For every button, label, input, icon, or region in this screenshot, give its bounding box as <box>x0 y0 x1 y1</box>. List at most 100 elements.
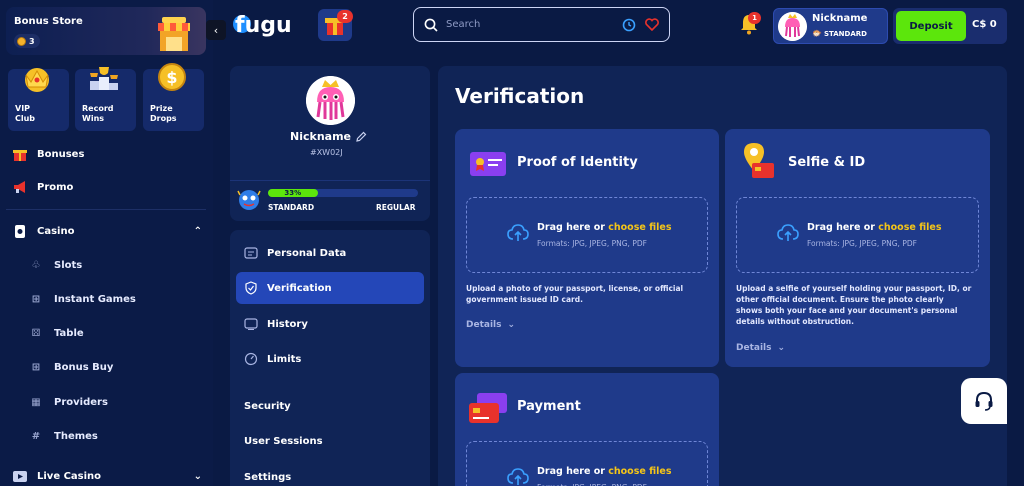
drop-text: Drag here or <box>537 222 609 233</box>
hashtag-icon: # <box>31 430 41 442</box>
sidebar-item-table-label: Table <box>54 327 84 339</box>
menu-item-user-sessions[interactable]: User Sessions <box>244 436 323 447</box>
menu-item-verification[interactable]: Verification <box>236 272 424 304</box>
bonus-store-title: Bonus Store <box>14 16 83 27</box>
payment-title: Payment <box>517 399 581 414</box>
selfie-dropzone[interactable]: Drag here or choose files Formats: JPG, … <box>736 197 979 273</box>
deposit-button[interactable]: Deposit <box>896 11 966 41</box>
prize-drops-tile[interactable]: $ Prize Drops <box>143 63 204 131</box>
selfie-id-icon <box>744 143 774 178</box>
level-icon: 🐡 <box>812 29 822 38</box>
details-label: Details <box>466 320 502 330</box>
sidebar-item-casino[interactable]: Casino ⌃ <box>12 221 202 241</box>
cloud-upload-icon <box>507 468 529 485</box>
selfie-id-title: Selfie & ID <box>788 155 866 170</box>
history-list-icon <box>244 317 258 331</box>
sidebar-item-providers[interactable]: ▦ Providers <box>30 392 108 412</box>
dice-icon: ⚄ <box>31 327 41 339</box>
level-mascot-icon <box>237 190 261 210</box>
jellyfish-avatar-icon <box>778 12 807 41</box>
vip-club-label-1: VIP <box>15 104 31 113</box>
chevron-left-icon: ‹ <box>213 23 219 37</box>
choose-files-link[interactable]: choose files <box>878 222 941 233</box>
menu-item-personal-data[interactable]: Personal Data <box>236 237 424 269</box>
bonus-store-banner[interactable]: Bonus Store 3 <box>6 7 206 55</box>
history-icon[interactable] <box>622 18 636 32</box>
cloud-upload-icon <box>777 224 799 241</box>
identity-desc-line-2: government issued ID card. <box>466 295 583 304</box>
chevron-down-icon: ⌄ <box>777 343 786 353</box>
profile-avatar[interactable] <box>306 76 355 125</box>
selfie-desc-line-3: shows both your face and your document's… <box>736 306 958 315</box>
gift-box-icon: ⊞ <box>31 293 41 305</box>
user-level: STANDARD <box>823 29 867 38</box>
level-progress-bar: 33% <box>268 189 418 197</box>
selfie-desc-line-4: details without obstruction. <box>736 317 854 326</box>
search-input[interactable]: Search <box>446 19 480 30</box>
chevron-up-icon: ⌃ <box>193 225 202 237</box>
sidebar-item-instant-games-label: Instant Games <box>54 293 136 305</box>
heart-icon[interactable] <box>645 18 659 31</box>
vip-club-tile[interactable]: VIP Club <box>8 68 69 131</box>
gauge-icon <box>244 352 258 366</box>
coin-icon <box>17 36 26 46</box>
support-chat-button[interactable] <box>961 378 1007 424</box>
sidebar-item-slots-label: Slots <box>54 259 83 271</box>
selfie-details-toggle[interactable]: Details ⌄ <box>736 343 785 353</box>
payment-dropzone[interactable]: Drag here or choose files Formats: JPG, … <box>466 441 708 486</box>
id-card-icon <box>470 152 506 176</box>
fugu-logo[interactable]: fugu <box>232 7 298 41</box>
sidebar-item-slots[interactable]: ♧ Slots <box>30 255 83 275</box>
gift-count-badge: 2 <box>337 10 353 23</box>
formats-text: Formats: JPG, JPEG, PNG, PDF <box>537 239 647 248</box>
sidebar-item-table[interactable]: ⚄ Table <box>30 323 84 343</box>
choose-files-link[interactable]: choose files <box>608 466 671 477</box>
trophy-podium-icon <box>90 67 118 90</box>
sidebar-item-themes[interactable]: # Themes <box>30 426 98 446</box>
cherries-icon: ♧ <box>31 259 41 271</box>
chevron-down-icon: ⌄ <box>193 470 202 482</box>
sidebar-item-promo[interactable]: Promo <box>12 177 73 197</box>
avatar <box>778 12 807 41</box>
prize-drops-label-1: Prize <box>150 104 173 113</box>
menu-item-verification-label: Verification <box>267 282 332 294</box>
vip-club-label-2: Club <box>15 114 36 123</box>
pencil-icon[interactable] <box>356 131 367 142</box>
choose-files-link[interactable]: choose files <box>608 222 671 233</box>
id-card-icon <box>244 246 258 260</box>
sidebar-item-bonus-buy[interactable]: ⊞ Bonus Buy <box>30 357 114 377</box>
record-wins-tile[interactable]: Record Wins <box>75 67 136 131</box>
menu-item-security[interactable]: Security <box>244 401 291 412</box>
identity-details-toggle[interactable]: Details ⌄ <box>466 320 515 330</box>
sidebar-item-promo-label: Promo <box>37 181 74 193</box>
page-title: Verification <box>455 84 585 108</box>
menu-item-limits[interactable]: Limits <box>236 343 424 375</box>
record-wins-label-1: Record <box>82 104 114 113</box>
sidebar-item-instant-games[interactable]: ⊞ Instant Games <box>30 289 136 309</box>
sidebar-item-providers-label: Providers <box>54 396 108 408</box>
crown-icon <box>25 68 49 92</box>
menu-item-settings[interactable]: Settings <box>244 472 291 483</box>
menu-item-history[interactable]: History <box>236 308 424 340</box>
sidebar-item-bonuses-label: Bonuses <box>37 148 85 160</box>
sidebar-item-live-casino-label: Live Casino <box>37 470 102 482</box>
jellyfish-avatar-icon <box>306 76 355 125</box>
sidebar-item-bonuses[interactable]: Bonuses <box>12 144 84 164</box>
store-icon <box>158 17 190 51</box>
user-profile-chip[interactable]: Nickname 🐡 STANDARD <box>773 8 888 44</box>
cards-icon <box>15 225 25 238</box>
search-bar[interactable]: Search <box>413 7 670 42</box>
sidebar-collapse-button[interactable]: ‹ <box>206 20 226 40</box>
live-tv-icon <box>13 471 27 482</box>
selfie-desc-line-2: other official document. Ensure the phot… <box>736 295 944 304</box>
balance-value: C$ 0 <box>972 19 997 30</box>
identity-dropzone[interactable]: Drag here or choose files Formats: JPG, … <box>466 197 708 273</box>
details-label: Details <box>736 343 772 353</box>
sidebar-item-live-casino[interactable]: Live Casino ⌄ <box>12 466 202 486</box>
level-next: REGULAR <box>376 203 416 212</box>
logo-text: fugu <box>235 13 292 38</box>
formats-text: Formats: JPG, JPEG, PNG, PDF <box>807 239 917 248</box>
identity-desc-line-1: Upload a photo of your passport, license… <box>466 284 684 293</box>
search-icon <box>424 18 438 32</box>
selfie-id-card: Selfie & ID Drag here or choose files Fo… <box>725 129 990 367</box>
